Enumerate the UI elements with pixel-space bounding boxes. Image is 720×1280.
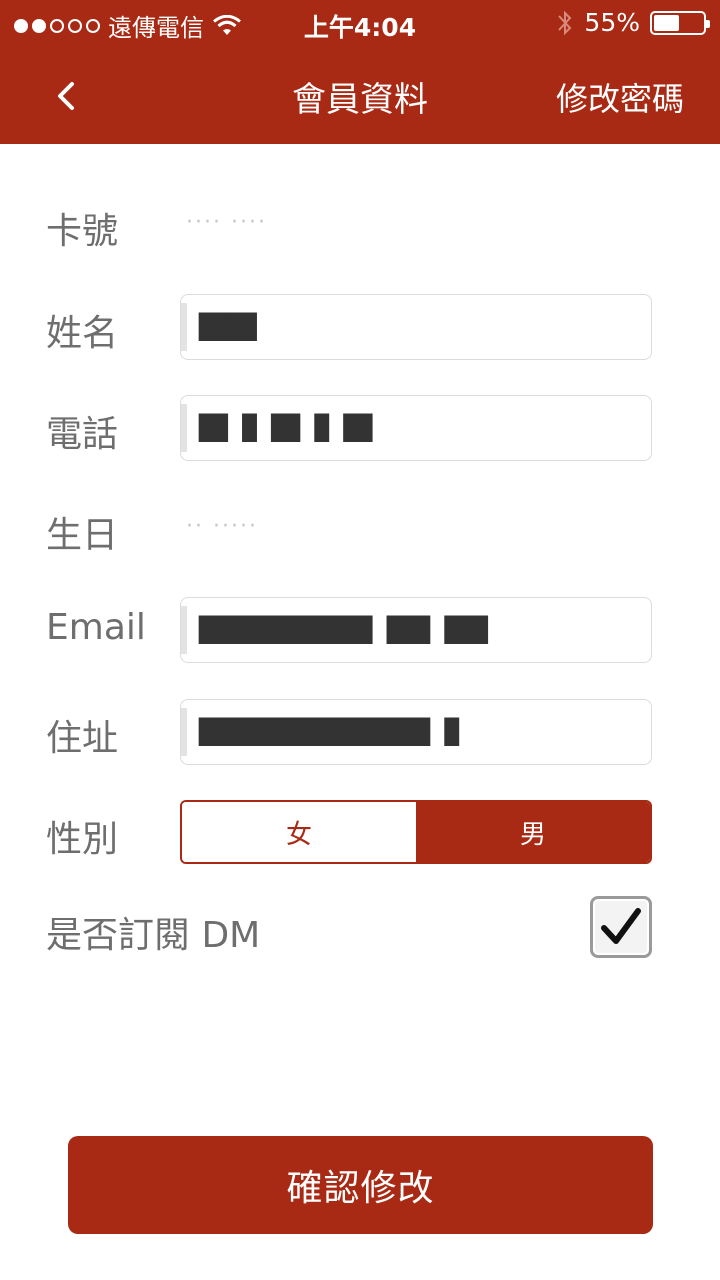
address-row: 住址 ████████████████ █ [0,699,720,767]
card-number-value: ···· ···· [186,210,267,235]
battery-level [654,14,679,31]
name-field[interactable]: ████ [180,294,652,360]
battery-icon [650,10,710,35]
phone-label: 電話 [46,414,119,455]
name-label: 姓名 [46,313,119,354]
birthday-row: 生日 ·· ····· [0,496,720,564]
email-field[interactable]: ████████████ ███ ███ [180,597,652,663]
birthday-label: 生日 [46,515,119,556]
gender-label: 性別 [46,819,119,860]
gender-female-option[interactable]: 女 [182,802,416,862]
battery-percent: 55% [584,8,640,37]
status-bar: 遠傳電信 上午4:04 55% [0,0,720,48]
gender-row: 性別 女 男 [0,800,720,868]
address-label: 住址 [46,718,119,759]
gender-male-option[interactable]: 男 [416,802,650,862]
birthday-value: ·· ····· [186,514,258,539]
card-number-label: 卡號 [46,211,119,252]
address-field[interactable]: ████████████████ █ [180,699,652,765]
dm-subscription-label: 是否訂閱 DM [46,915,261,956]
email-label: Email [46,607,146,648]
dm-subscription-checkbox[interactable] [590,896,652,958]
confirm-changes-button[interactable]: 確認修改 [68,1136,653,1234]
email-row: Email ████████████ ███ ███ [0,597,720,665]
gender-selector: 女 男 [180,800,652,864]
bluetooth-icon [556,9,574,37]
phone-row: 電話 ██ █ ██ █ ██ [0,395,720,463]
name-row: 姓名 ████ [0,294,720,362]
dm-subscription-row: 是否訂閱 DM [0,896,720,964]
status-right: 55% [556,8,710,37]
navigation-bar: 會員資料 修改密碼 [0,48,720,144]
change-password-button[interactable]: 修改密碼 [556,74,684,120]
app-header: 遠傳電信 上午4:04 55% 會員資料 修改密碼 [0,0,720,144]
phone-field[interactable]: ██ █ ██ █ ██ [180,395,652,461]
card-number-row: 卡號 ···· ···· [0,192,720,260]
checkmark-icon [601,908,641,944]
